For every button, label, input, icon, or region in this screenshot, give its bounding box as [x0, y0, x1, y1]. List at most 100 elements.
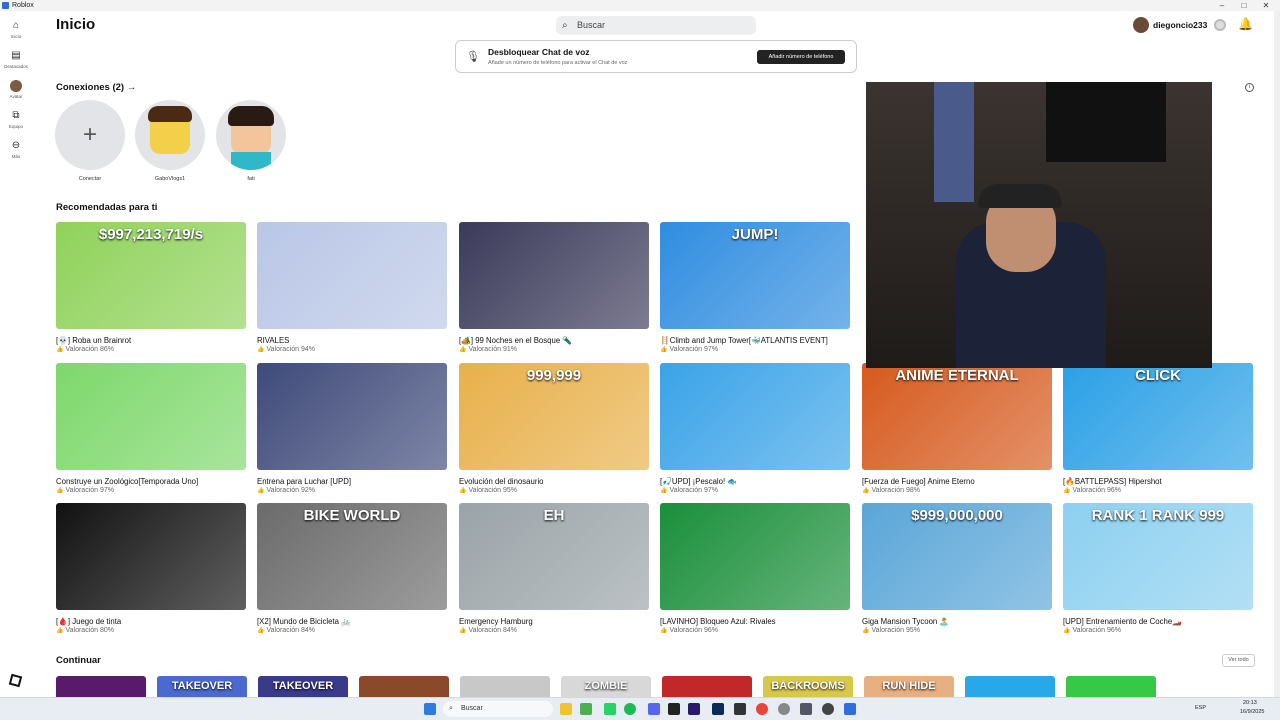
game-card[interactable]: RANK 1 RANK 999 [UPD] Entrenamiento de Co… — [1063, 503, 1253, 634]
spotify-icon[interactable] — [624, 703, 636, 715]
connection-name: GaboVlogs1 — [154, 176, 186, 182]
premiere-icon[interactable] — [688, 703, 700, 715]
thumbnail-overlay-text: JUMP! — [731, 226, 779, 243]
game-card[interactable]: [LAVINHO] Bloqueo Azul: Rivales 👍 Valoraci… — [660, 503, 850, 634]
game-card[interactable]: BIKE WORLD [X2] Mundo de Bicicleta 🚲 👍 Valo… — [257, 503, 447, 634]
connection-name: fati — [247, 176, 255, 182]
game-card[interactable]: 999,999 Evolución del dinosaurio 👍 Valoraci… — [459, 363, 649, 494]
sidebar-item-avatar[interactable]: Avatar — [0, 80, 32, 99]
game-title: [🔥BATTLEPASS] Hipershot — [1063, 477, 1162, 486]
game-card[interactable]: [🎣UPD] ¡Pescalo! 🐟 👍 Valoración 97% — [660, 363, 850, 494]
game-rating: Valoración 94% — [266, 346, 315, 353]
game-card[interactable]: $997,213,719/s [💀] Roba un Brainrot 👍 Valor… — [56, 222, 246, 353]
app-icon[interactable] — [580, 703, 592, 715]
game-thumbnail: ANIME ETERNAL — [862, 363, 1052, 470]
app-icon[interactable] — [778, 703, 790, 715]
thumbnail-overlay-text: CLICK — [1135, 367, 1181, 384]
sidebar-item-mas[interactable]: ⊖ Más — [0, 140, 32, 159]
game-thumbnail: $997,213,719/s — [56, 222, 246, 329]
sidebar-item-equipo[interactable]: ⧉ Equipo — [0, 110, 32, 129]
game-rating: Valoración 86% — [65, 346, 114, 353]
game-thumbnail: EH — [459, 503, 649, 610]
app-icon[interactable] — [822, 703, 834, 715]
game-title: Emergency Hamburg — [459, 617, 533, 626]
game-card[interactable]: EH Emergency Hamburg 👍 Valoración 84% — [459, 503, 649, 634]
microphone-icon: 🎙 — [466, 51, 480, 63]
thumbs-up-icon: 👍 — [862, 488, 870, 494]
game-card[interactable]: ANIME ETERNAL [Fuerza de Fuego] Anime Ete… — [862, 363, 1052, 494]
sidebar-item-inicio[interactable]: ⌂ Inicio — [0, 20, 32, 39]
app-icon[interactable] — [734, 703, 746, 715]
game-card[interactable]: RIVALES 👍 Valoración 94% — [257, 222, 447, 353]
app-icon[interactable] — [668, 703, 680, 715]
add-phone-button[interactable]: Añadir número de teléfono — [757, 50, 845, 64]
game-card[interactable]: [🩸] Juego de tinta 👍 Valoración 80% — [56, 503, 246, 634]
continue-tile-label: ZOMBIE — [584, 680, 628, 692]
game-card[interactable]: [🏕️] 99 Noches en el Bosque 🔦 👍 Valoración… — [459, 222, 649, 353]
thumbnail-overlay-text: 999,999 — [526, 367, 582, 384]
game-thumbnail — [257, 222, 447, 329]
connection-friend[interactable]: fati — [216, 100, 286, 182]
thumbs-up-icon: 👍 — [257, 628, 265, 634]
connections-header[interactable]: Conexiones (2) → — [56, 82, 136, 93]
avatar-icon — [10, 80, 22, 92]
sidebar-item-label: Más — [11, 154, 21, 159]
game-title: Evolución del dinosaurio — [459, 477, 544, 486]
game-card[interactable]: JUMP! 🪜Climb and Jump Tower[🐳ATLANTIS EVE… — [660, 222, 850, 353]
continue-tile-label: TAKEOVER — [171, 680, 233, 692]
maximize-button[interactable]: □ — [1234, 0, 1254, 11]
search-input[interactable]: ⌕ Buscar — [556, 16, 756, 35]
clock-time[interactable]: 20:13 — [1243, 700, 1257, 706]
connection-friend[interactable]: GaboVlogs1 — [135, 100, 205, 182]
recommended-title: Recomendadas para ti — [56, 202, 158, 213]
see-all-button[interactable]: Ver todo — [1222, 654, 1255, 667]
continue-tile[interactable]: RUN HIDE — [864, 676, 954, 697]
game-card[interactable]: CLICK [🔥BATTLEPASS] Hipershot 👍 Valoración … — [1063, 363, 1253, 494]
close-button[interactable]: ✕ — [1256, 0, 1276, 11]
file-explorer-icon[interactable] — [560, 703, 572, 715]
taskbar-search[interactable]: ⌕ Buscar — [443, 701, 553, 717]
sidebar-item-destacados[interactable]: ▤ Destacados — [0, 50, 32, 69]
home-icon: ⌂ — [12, 20, 20, 31]
continue-tile[interactable] — [359, 676, 449, 697]
thumbs-up-icon: 👍 — [459, 488, 467, 494]
game-rating-row: 👍 Valoración 84% — [257, 627, 447, 634]
continue-tile[interactable]: BACKROOMS — [763, 676, 853, 697]
bell-icon[interactable]: 🔔 — [1238, 17, 1253, 31]
whatsapp-icon[interactable] — [604, 703, 616, 715]
discord-icon[interactable] — [648, 703, 660, 715]
game-rating-row: 👍 Valoración 80% — [56, 627, 246, 634]
game-title: RIVALES — [257, 336, 290, 345]
continue-tile[interactable] — [460, 676, 550, 697]
game-card[interactable]: $999,000,000 Giga Mansion Tycoon 🏝️ 👍 Valor… — [862, 503, 1052, 634]
photoshop-icon[interactable] — [712, 703, 724, 715]
game-rating-row: 👍 Valoración 97% — [660, 487, 850, 494]
game-thumbnail: RANK 1 RANK 999 — [1063, 503, 1253, 610]
chrome-icon[interactable] — [756, 703, 768, 715]
connect-button[interactable]: + Conectar — [55, 100, 125, 182]
info-icon[interactable]: i — [1245, 83, 1254, 92]
game-card[interactable]: Construye un Zoológico[Temporada Uno] 👍 Va… — [56, 363, 246, 494]
clock-date[interactable]: 16/9/2025 — [1240, 709, 1264, 715]
continue-tile[interactable]: TAKEOVER — [157, 676, 247, 697]
continue-tile[interactable] — [56, 676, 146, 697]
continue-tile[interactable]: ZOMBIE — [561, 676, 651, 697]
settings-icon[interactable] — [800, 703, 812, 715]
sidebar-item-label: Inicio — [10, 34, 22, 39]
windows-start-icon[interactable] — [424, 703, 436, 715]
game-card[interactable]: Entrena para Luchar [UPD] 👍 Valoración 92% — [257, 363, 447, 494]
thumbs-up-icon: 👍 — [1063, 488, 1071, 494]
game-thumbnail: BIKE WORLD — [257, 503, 447, 610]
game-rating: Valoración 95% — [468, 487, 517, 494]
continue-tile[interactable] — [1066, 676, 1156, 697]
minimize-button[interactable]: – — [1212, 0, 1232, 11]
continue-tile[interactable] — [965, 676, 1055, 697]
scrollbar[interactable] — [1274, 11, 1280, 697]
language-indicator[interactable]: ESP — [1195, 705, 1206, 711]
robux-icon[interactable] — [1214, 19, 1226, 31]
continue-tile[interactable] — [662, 676, 752, 697]
roblox-taskbar-icon[interactable] — [844, 703, 856, 715]
continue-tile[interactable]: TAKEOVER — [258, 676, 348, 697]
game-title: Giga Mansion Tycoon 🏝️ — [862, 617, 950, 626]
sidebar-item-label: Avatar — [9, 94, 23, 99]
